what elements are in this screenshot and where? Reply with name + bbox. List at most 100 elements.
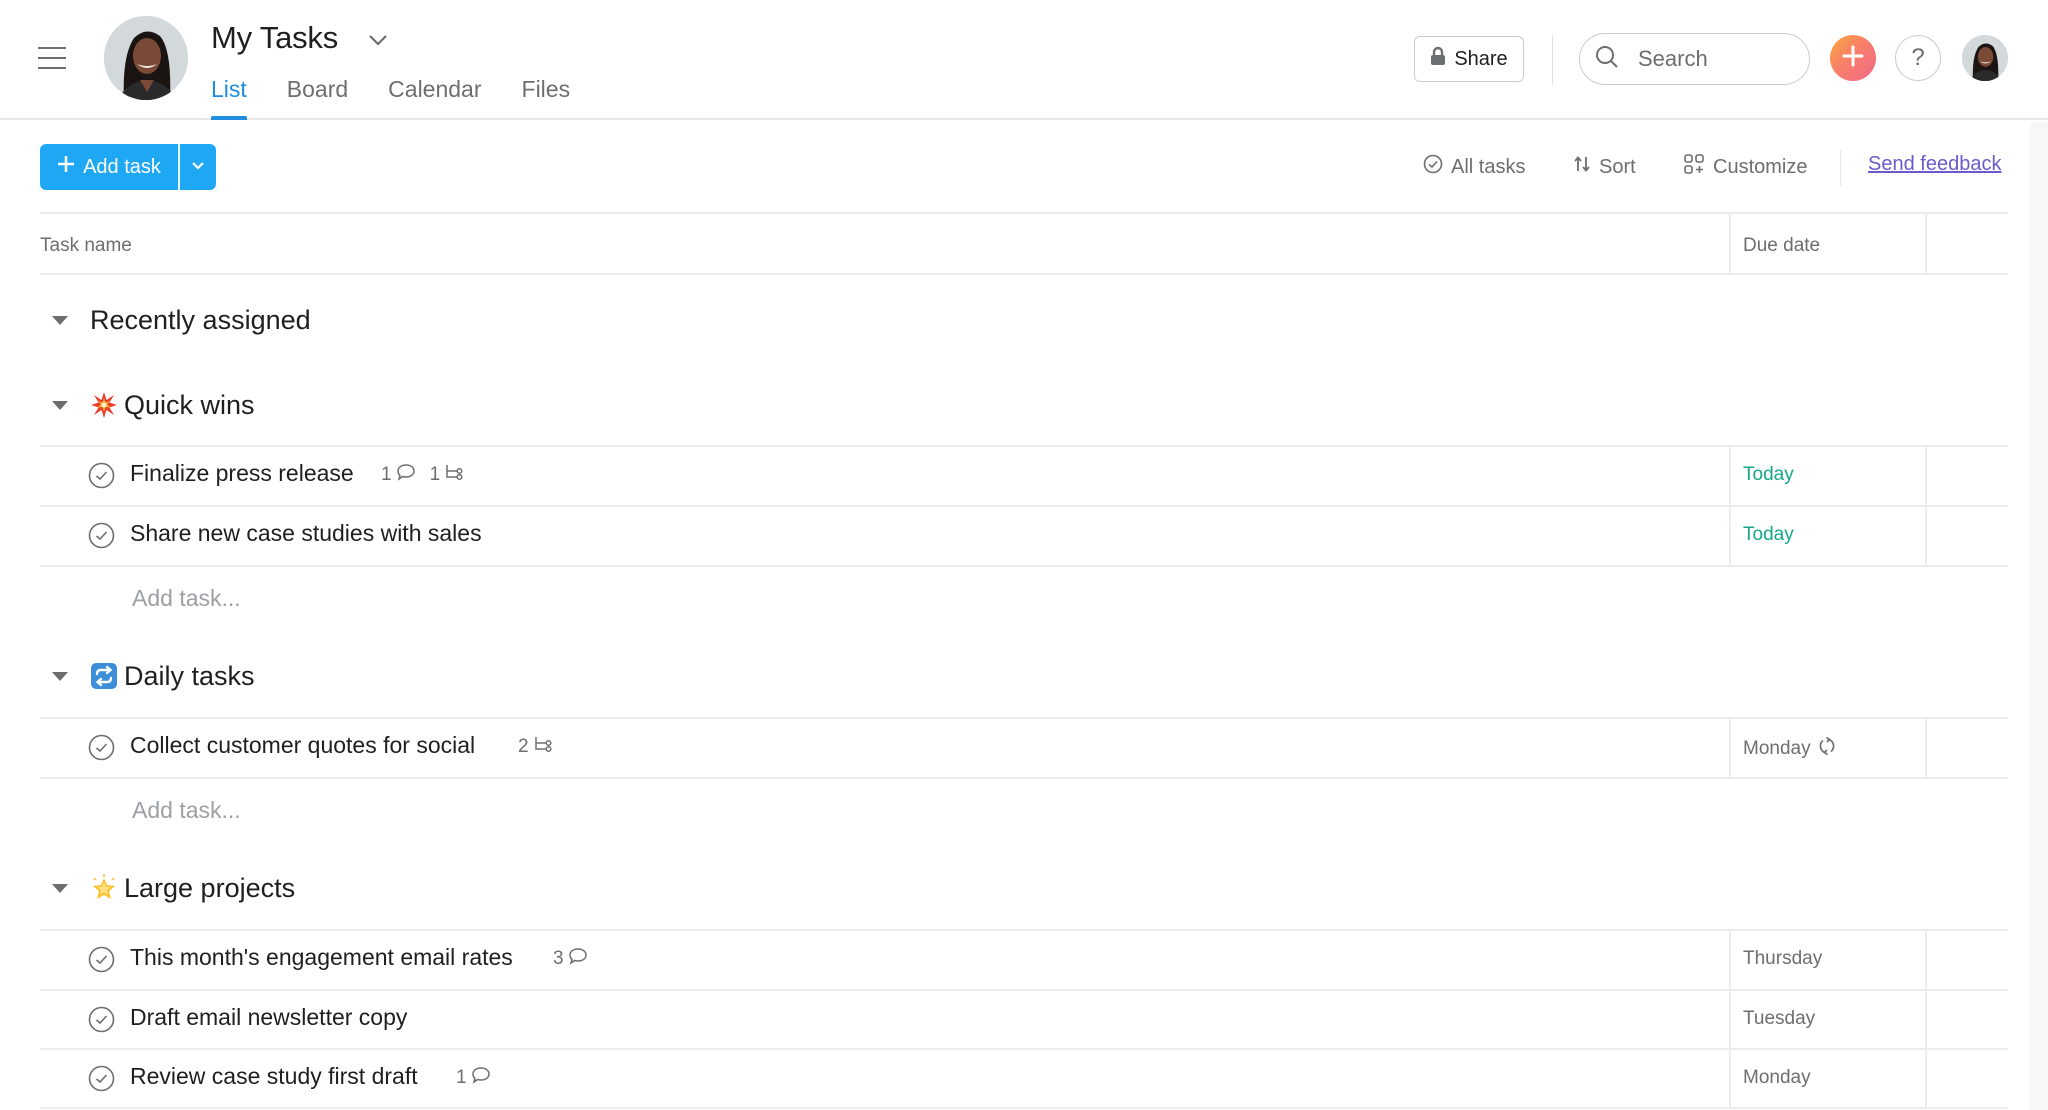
due-date[interactable]: Tuesday — [1743, 1008, 1815, 1030]
row-divider — [40, 565, 2008, 567]
column-header-task-name[interactable]: Task name — [40, 235, 132, 257]
due-date-value: Today — [1743, 464, 1794, 485]
add-task-inline[interactable]: Add task... — [132, 585, 241, 612]
column-divider — [1729, 213, 1731, 274]
comment-count[interactable]: 1 — [381, 463, 416, 487]
sort-button[interactable]: Sort — [1573, 152, 1636, 182]
due-date[interactable]: Monday — [1743, 1067, 1811, 1089]
user-avatar-large[interactable] — [104, 16, 188, 100]
complete-checkbox-icon[interactable] — [88, 734, 115, 761]
comment-count-value: 1 — [381, 464, 392, 485]
table-header-top-border — [40, 212, 2008, 214]
row-divider — [40, 777, 2008, 779]
task-name[interactable]: Finalize press release — [130, 460, 354, 487]
lock-icon — [1430, 46, 1446, 72]
complete-checkbox-icon[interactable] — [88, 946, 115, 973]
complete-checkbox-icon[interactable] — [88, 1065, 115, 1092]
complete-checkbox-icon[interactable] — [88, 1006, 115, 1033]
caret-down-icon[interactable] — [52, 400, 68, 410]
customize-button[interactable]: Customize — [1683, 152, 1807, 182]
task-name[interactable]: This month's engagement email rates — [130, 944, 513, 971]
caret-down-icon[interactable] — [52, 883, 68, 893]
view-tabs: List Board Calendar Files — [211, 74, 570, 120]
due-date[interactable]: Today — [1743, 464, 1794, 486]
due-date[interactable]: Today — [1743, 524, 1794, 546]
add-task-dropdown[interactable] — [180, 144, 217, 190]
hamburger-icon[interactable] — [38, 47, 66, 71]
scrollbar[interactable] — [2030, 122, 2048, 1110]
due-date-value: Monday — [1743, 738, 1811, 759]
column-header-due-date[interactable]: Due date — [1743, 235, 1820, 257]
complete-checkbox-icon[interactable] — [88, 462, 115, 489]
section-large-projects[interactable]: Large projects — [52, 868, 295, 908]
section-daily-tasks[interactable]: Daily tasks — [52, 656, 255, 696]
sort-icon — [1573, 155, 1591, 179]
column-divider — [1729, 446, 1731, 505]
help-button[interactable]: ? — [1895, 35, 1941, 81]
comment-count-value: 1 — [456, 1067, 467, 1088]
tab-calendar[interactable]: Calendar — [388, 74, 481, 120]
column-divider — [1925, 718, 1927, 777]
all-tasks-filter[interactable]: All tasks — [1423, 152, 1525, 182]
comment-count[interactable]: 1 — [456, 1066, 491, 1090]
task-name[interactable]: Collect customer quotes for social — [130, 732, 475, 759]
caret-down-icon[interactable] — [52, 671, 68, 681]
column-divider — [1729, 990, 1731, 1049]
user-avatar[interactable] — [1962, 35, 2008, 81]
add-task-button[interactable]: Add task — [40, 144, 178, 190]
page-title: My Tasks — [211, 20, 339, 55]
subtask-icon — [444, 463, 464, 487]
complete-checkbox-icon[interactable] — [88, 522, 115, 549]
due-date[interactable]: Thursday — [1743, 948, 1822, 970]
task-name[interactable]: Review case study first draft — [130, 1063, 418, 1090]
send-feedback-link[interactable]: Send feedback — [1868, 153, 2001, 176]
subtask-count[interactable]: 1 — [430, 463, 465, 487]
section-quick-wins[interactable]: Quick wins — [52, 385, 255, 425]
task-row[interactable]: Share new case studies with sales Today — [40, 506, 2008, 565]
task-name[interactable]: Share new case studies with sales — [130, 520, 482, 547]
due-date-value: Today — [1743, 524, 1794, 545]
share-label: Share — [1454, 47, 1508, 70]
column-divider — [1729, 718, 1731, 777]
column-divider — [1729, 930, 1731, 989]
add-task-inline[interactable]: Add task... — [132, 797, 241, 824]
tab-board[interactable]: Board — [287, 74, 348, 120]
sort-label: Sort — [1599, 155, 1636, 178]
comment-icon — [568, 947, 588, 971]
column-divider — [1925, 930, 1927, 989]
task-row[interactable]: Finalize press release 1 1 Today — [40, 446, 2008, 505]
section-title: Daily tasks — [124, 660, 255, 691]
search-icon — [1594, 44, 1620, 75]
task-name[interactable]: Draft email newsletter copy — [130, 1004, 407, 1031]
task-row[interactable]: Review case study first draft 1 Monday — [40, 1049, 2008, 1108]
tab-list[interactable]: List — [211, 74, 247, 120]
quick-add-button[interactable] — [1830, 35, 1876, 81]
subtask-count-value: 1 — [429, 464, 441, 485]
subtask-count[interactable]: 2 — [518, 735, 553, 759]
comment-count-value: 3 — [553, 948, 564, 969]
due-date[interactable]: Monday — [1743, 736, 1837, 762]
due-date-value: Thursday — [1743, 948, 1823, 969]
task-row[interactable]: Draft email newsletter copy Tuesday — [40, 990, 2008, 1049]
section-title: Recently assigned — [90, 304, 311, 335]
comment-icon — [471, 1066, 491, 1090]
section-recently-assigned[interactable]: Recently assigned — [52, 300, 311, 340]
due-date-value: Monday — [1743, 1067, 1811, 1088]
recurring-icon — [1817, 736, 1837, 762]
section-title: Quick wins — [124, 389, 255, 420]
divider — [178, 144, 180, 190]
glowing-star-emoji-icon — [90, 874, 118, 902]
chevron-down-icon[interactable] — [366, 30, 390, 50]
comment-count[interactable]: 3 — [553, 947, 588, 971]
section-title: Large projects — [124, 872, 296, 903]
share-button[interactable]: Share — [1414, 36, 1524, 82]
tab-files[interactable]: Files — [522, 74, 571, 120]
task-row[interactable]: Collect customer quotes for social 2 Mon… — [40, 718, 2008, 777]
search-input[interactable]: Search — [1579, 33, 1810, 85]
column-divider — [1925, 1049, 1927, 1108]
column-divider — [1925, 446, 1927, 505]
task-meta: 3 — [553, 947, 588, 971]
caret-down-icon[interactable] — [52, 315, 68, 325]
divider — [1552, 35, 1553, 85]
task-row[interactable]: This month's engagement email rates 3 Th… — [40, 930, 2008, 989]
